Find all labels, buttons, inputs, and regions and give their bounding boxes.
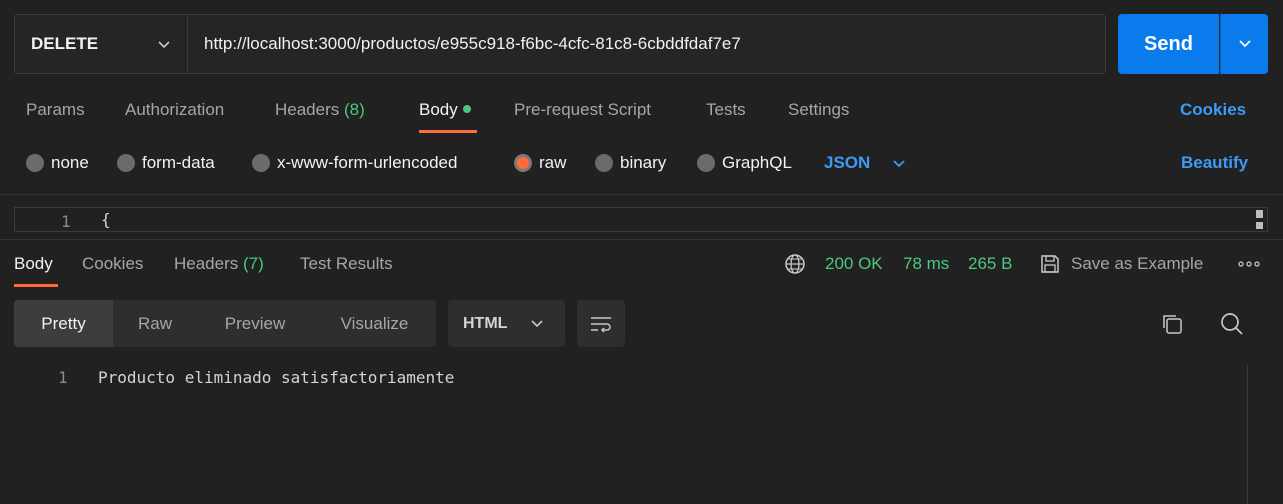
editor-code: {: [101, 210, 111, 229]
request-body-editor[interactable]: 1 {: [14, 207, 1268, 232]
tab-settings[interactable]: Settings: [788, 100, 849, 120]
tab-pre-request-script[interactable]: Pre-request Script: [514, 100, 651, 120]
active-tab-indicator: [14, 284, 58, 287]
tab-tests[interactable]: Tests: [706, 100, 746, 120]
editor-gutter: 1: [15, 208, 95, 231]
tab-headers-count: (8): [344, 100, 365, 119]
line-number: 1: [61, 212, 71, 231]
radio-graphql-label: GraphQL: [722, 153, 792, 172]
response-body-text: Producto eliminado satisfactoriamente: [98, 368, 455, 387]
tab-authorization[interactable]: Authorization: [125, 100, 224, 120]
cookies-link[interactable]: Cookies: [1180, 100, 1246, 120]
response-tab-test-results[interactable]: Test Results: [300, 254, 393, 274]
more-icon[interactable]: [1238, 259, 1260, 269]
radio-raw[interactable]: [514, 154, 532, 172]
tab-headers-label: Headers: [275, 100, 340, 119]
panel-resize-handle[interactable]: [0, 239, 1283, 240]
tab-params[interactable]: Params: [26, 100, 85, 120]
radio-graphql[interactable]: [697, 154, 715, 172]
radio-urlencoded-label: x-www-form-urlencoded: [277, 153, 458, 172]
scrollbar-handle[interactable]: [1256, 222, 1263, 229]
scrollbar-handle[interactable]: [1256, 210, 1263, 218]
save-icon[interactable]: [1039, 253, 1061, 275]
response-tab-headers-count: (7): [243, 254, 264, 273]
view-pretty-button[interactable]: Pretty: [14, 300, 113, 347]
copy-icon[interactable]: [1160, 312, 1184, 336]
url-input[interactable]: http://localhost:3000/productos/e955c918…: [187, 14, 1106, 74]
divider: [0, 194, 1283, 195]
radio-form-data[interactable]: [117, 154, 135, 172]
response-language-select[interactable]: HTML: [448, 300, 565, 347]
response-tab-headers[interactable]: Headers (7): [174, 254, 264, 274]
radio-raw-label: raw: [539, 153, 567, 172]
response-tab-body[interactable]: Body: [14, 254, 53, 274]
send-button[interactable]: Send: [1118, 14, 1219, 74]
view-raw-button[interactable]: Raw: [113, 300, 197, 347]
scrollbar-track[interactable]: [1247, 364, 1248, 504]
raw-format-label: JSON: [824, 153, 871, 172]
tab-headers[interactable]: Headers (8): [275, 100, 365, 120]
radio-form-data-label: form-data: [142, 153, 215, 172]
raw-format-select[interactable]: JSON: [824, 153, 870, 173]
chevron-down-icon: [531, 320, 543, 328]
beautify-button[interactable]: Beautify: [1181, 153, 1248, 173]
chevron-down-icon[interactable]: [892, 157, 906, 171]
status-code[interactable]: 200 OK: [825, 254, 883, 274]
wrap-lines-button[interactable]: [577, 300, 625, 347]
globe-icon[interactable]: [784, 253, 806, 275]
wrap-lines-icon: [591, 316, 611, 333]
send-options-button[interactable]: [1220, 14, 1268, 74]
modified-dot-icon: [462, 104, 471, 113]
view-visualize-button[interactable]: Visualize: [313, 300, 436, 347]
response-size[interactable]: 265 B: [968, 254, 1012, 274]
chevron-down-icon: [1238, 40, 1251, 48]
line-number: 1: [58, 368, 68, 387]
tab-body[interactable]: Body: [419, 100, 471, 120]
tab-body-label: Body: [419, 100, 458, 119]
response-view-mode: Pretty Raw Preview Visualize: [14, 300, 436, 347]
radio-none-label: none: [51, 153, 89, 172]
radio-binary[interactable]: [595, 154, 613, 172]
response-time[interactable]: 78 ms: [903, 254, 949, 274]
response-language-label: HTML: [463, 315, 508, 332]
chevron-down-icon: [158, 41, 170, 49]
radio-none[interactable]: [26, 154, 44, 172]
method-label: DELETE: [31, 34, 99, 53]
method-select[interactable]: DELETE: [14, 14, 188, 74]
radio-binary-label: binary: [620, 153, 667, 172]
active-tab-indicator: [419, 130, 477, 133]
radio-urlencoded[interactable]: [252, 154, 270, 172]
search-icon[interactable]: [1219, 311, 1245, 337]
save-as-example-button[interactable]: Save as Example: [1071, 254, 1203, 274]
response-tab-headers-label: Headers: [174, 254, 239, 273]
view-preview-button[interactable]: Preview: [197, 300, 313, 347]
url-text: http://localhost:3000/productos/e955c918…: [204, 34, 741, 53]
response-tab-cookies[interactable]: Cookies: [82, 254, 143, 274]
